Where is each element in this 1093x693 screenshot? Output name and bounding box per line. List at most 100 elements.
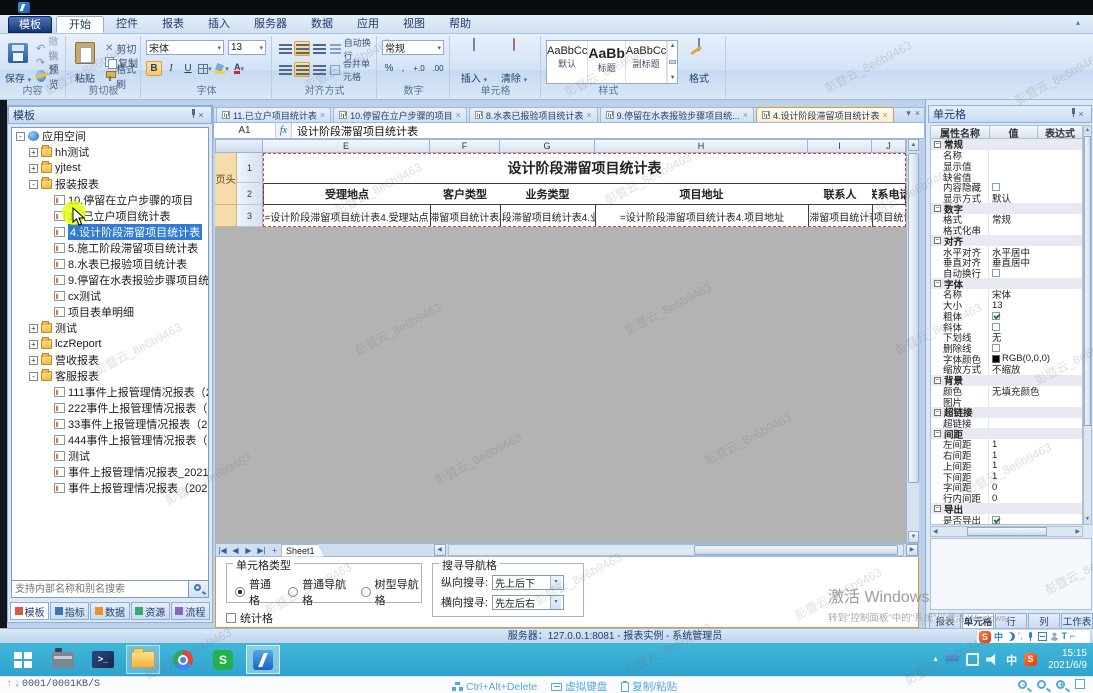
tree-item[interactable]: -客服报表: [12, 368, 208, 384]
left-tab-模板[interactable]: 模板: [10, 602, 49, 620]
document-tab[interactable]: 4.设计阶段滞留项目统计表×: [756, 107, 894, 122]
row-header-1[interactable]: 1: [237, 153, 263, 183]
header-cell[interactable]: 客户类型: [430, 183, 500, 205]
file-explorer-button[interactable]: [126, 645, 160, 674]
checkbox-icon[interactable]: [992, 344, 1000, 352]
right-tab-工作表[interactable]: 工作表: [1061, 613, 1093, 629]
tree-item[interactable]: 222事件上报管理情况报表（2021年1月）1: [12, 400, 208, 416]
tab-close-icon[interactable]: ×: [915, 108, 920, 119]
tree-item[interactable]: +测试: [12, 320, 208, 336]
align-top-button[interactable]: [277, 41, 293, 56]
vertical-search-select[interactable]: 先上后下▾: [492, 575, 564, 590]
document-tab[interactable]: 10.停留在立户步骤的项目×: [333, 107, 467, 122]
paste-button[interactable]: 粘贴: [68, 39, 102, 85]
tree-expander-icon[interactable]: +: [29, 356, 38, 365]
formula-cell[interactable]: =设计阶段滞留项目统计表4.客户类型: [430, 205, 500, 227]
tree-item[interactable]: -报装报表: [12, 176, 208, 192]
sheet-nav-next-icon[interactable]: ▶: [242, 546, 255, 555]
tree-item[interactable]: +yjtest: [12, 160, 208, 176]
header-cell[interactable]: 受理地点: [263, 183, 430, 205]
right-tab-报表[interactable]: 报表: [929, 613, 961, 629]
header-cell[interactable]: 业务类型: [500, 183, 595, 205]
search-button[interactable]: [189, 580, 209, 598]
property-value[interactable]: [989, 516, 1082, 524]
merge-cells-button[interactable]: 合并单元格: [330, 63, 376, 77]
fullscreen-icon[interactable]: [1075, 679, 1085, 689]
formula-cell[interactable]: =设计阶段滞留项目统计表4.项目地址: [595, 205, 808, 227]
ribbon-collapse-icon[interactable]: ▴: [1071, 17, 1085, 29]
fullhalf-moon-icon[interactable]: [1006, 632, 1015, 641]
ime-toolbar[interactable]: S 中 ’, T ⌐: [976, 629, 1091, 644]
tree-item[interactable]: 33事件上报管理情况报表（2021年1月）: [12, 416, 208, 432]
scroll-down-icon[interactable]: ▼: [908, 531, 919, 543]
preview-button[interactable]: 预览: [36, 69, 65, 83]
collapse-icon[interactable]: −: [934, 237, 941, 244]
align-middle-button[interactable]: [294, 41, 310, 56]
formula-cell[interactable]: =设计阶段滞留项目统计表4.联系电话: [872, 205, 906, 227]
collapse-icon[interactable]: −: [934, 280, 941, 287]
chrome-button[interactable]: [166, 645, 200, 674]
right-tab-行[interactable]: 行: [995, 613, 1027, 629]
sheet-grid[interactable]: EFGHIJ 123 页头 设计阶段滞留项目统计表 受理地点客户类型业务类型项目…: [215, 139, 919, 543]
hscroll-thumb[interactable]: [694, 545, 899, 555]
tree-item[interactable]: 4.设计阶段滞留项目统计表: [12, 224, 208, 240]
close-tab-icon[interactable]: ×: [586, 110, 591, 120]
header-cell[interactable]: 联系人: [808, 183, 872, 205]
style-preset[interactable]: AaBbCc默认: [547, 41, 588, 83]
right-tab-单元格[interactable]: 单元格: [962, 613, 994, 629]
font-size-select[interactable]: 13▾: [228, 40, 266, 55]
collapse-icon[interactable]: −: [934, 409, 941, 416]
cell-type-radio-普通格[interactable]: 普通格: [235, 576, 276, 608]
property-row[interactable]: 是否导出: [931, 514, 1082, 525]
tree-item[interactable]: -应用空间: [12, 128, 208, 144]
sheet-title-cell[interactable]: 设计阶段滞留项目统计表: [263, 153, 906, 183]
formula-cell[interactable]: =设计阶段滞留项目统计表4.业务类型: [500, 205, 595, 227]
sheet-tab[interactable]: Sheet1: [281, 544, 324, 557]
tree-item[interactable]: 5.施工阶段滞留项目统计表: [12, 240, 208, 256]
fill-color-button[interactable]: ▾: [214, 61, 230, 76]
column-header-F[interactable]: F: [430, 139, 500, 153]
microphone-icon[interactable]: [1026, 632, 1035, 641]
tree-expander-icon[interactable]: +: [29, 164, 38, 173]
tree-item[interactable]: 11.已立户项目统计表: [12, 208, 208, 224]
ime-language-indicator[interactable]: 中: [994, 630, 1003, 643]
report-designer-button[interactable]: [246, 645, 280, 674]
close-panel-icon[interactable]: ×: [195, 109, 207, 121]
checkbox-icon[interactable]: [992, 323, 1000, 331]
right-tab-列[interactable]: 列: [1028, 613, 1060, 629]
collapse-icon[interactable]: −: [934, 505, 941, 512]
ribbon-tab[interactable]: 开始: [56, 16, 104, 33]
tree-item[interactable]: cx测试: [12, 288, 208, 304]
hscroll-left-icon[interactable]: ◀: [434, 544, 446, 556]
property-value[interactable]: 13: [989, 300, 1082, 311]
tree-item[interactable]: 事件上报管理情况报表（2021年1月）: [12, 480, 208, 496]
volume-muted-icon[interactable]: [986, 653, 999, 666]
align-left-button[interactable]: [277, 62, 293, 77]
scroll-down-icon[interactable]: ▼: [1084, 515, 1091, 524]
ribbon-tab[interactable]: 插入: [196, 16, 242, 33]
sheet-vertical-scrollbar[interactable]: ▲ ▼: [906, 139, 919, 543]
pin-icon[interactable]: [1063, 108, 1075, 120]
powershell-button[interactable]: >_: [86, 645, 120, 674]
soft-keyboard-icon[interactable]: [1038, 632, 1047, 641]
tab-list-dropdown-icon[interactable]: ▾: [906, 108, 911, 119]
cell-type-radio-树型导航格[interactable]: 树型导航格: [361, 576, 421, 608]
sheet-nav-prev-icon[interactable]: ◀: [229, 546, 242, 555]
ribbon-tab[interactable]: 视图: [391, 16, 437, 33]
sogou-icon[interactable]: S: [979, 631, 991, 643]
tree-item[interactable]: +hh测试: [12, 144, 208, 160]
decrease-decimal-button[interactable]: .00: [429, 61, 447, 76]
document-tab[interactable]: 9.停留在水表报验步骤项目统...×: [600, 107, 754, 122]
stats-cell-checkbox[interactable]: 统计格: [226, 610, 273, 626]
tree-item[interactable]: 444事件上报管理情况报表（2021年1月）: [12, 432, 208, 448]
account-icon[interactable]: [1050, 632, 1059, 641]
style-preset[interactable]: AaBbCc副标题: [626, 41, 667, 83]
ctrl-alt-delete-button[interactable]: Ctrl+Alt+Delete: [452, 681, 537, 693]
app-menu-button[interactable]: 模板: [8, 16, 52, 33]
format-button[interactable]: 格式: [682, 39, 716, 85]
tree-item[interactable]: 事件上报管理情况报表_2021年1月: [12, 464, 208, 480]
save-button[interactable]: 保存 ▾: [1, 39, 35, 85]
ribbon-tab[interactable]: 应用: [345, 16, 391, 33]
tree-expander-icon[interactable]: +: [29, 340, 38, 349]
region-label-empty[interactable]: [215, 205, 237, 227]
